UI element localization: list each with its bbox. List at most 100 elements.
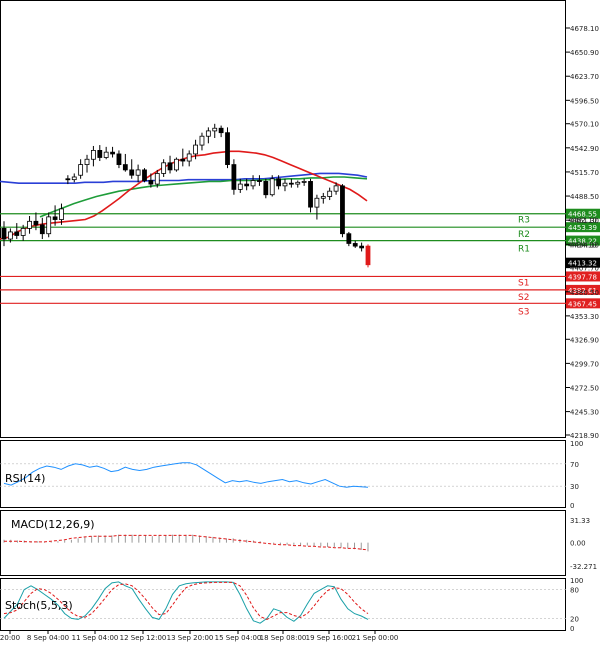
- rsi-pane-frame: [0, 440, 566, 508]
- candle-body: [103, 151, 109, 158]
- x-tick-label: 12 Sep 12:00: [120, 634, 167, 642]
- stoch-pane-frame: [0, 578, 566, 631]
- overlapped-price-label: 4462.10: [568, 216, 597, 224]
- pivot-name-s2: S2: [518, 293, 529, 303]
- candle-body: [180, 158, 186, 162]
- overlapped-price-label: 4434.10: [568, 241, 597, 249]
- candle-body: [91, 150, 96, 160]
- pivot-name-r2: R2: [518, 230, 530, 240]
- candle-body: [301, 181, 307, 183]
- candle-body: [46, 216, 52, 235]
- candle-body: [218, 127, 224, 134]
- candle-body: [365, 245, 371, 266]
- candle-body: [148, 180, 154, 185]
- pivot-name-s1: S1: [518, 278, 529, 288]
- candle-body: [308, 181, 313, 208]
- candle-body: [14, 231, 20, 236]
- stoch-tick-label: 100: [570, 577, 583, 585]
- candle-body: [129, 169, 135, 176]
- candle-body: [212, 127, 218, 132]
- rsi-line: [3, 462, 369, 488]
- x-tick-label: 11 Sep 04:00: [72, 634, 119, 642]
- macd-label: MACD(12,26,9): [11, 518, 95, 531]
- macd-tick-label: 31.33: [570, 517, 590, 525]
- candle-body: [167, 162, 173, 171]
- y-tick-label: 4515.70: [570, 169, 599, 177]
- x-tick-label: 20:00: [0, 634, 20, 642]
- candle-body: [327, 190, 333, 197]
- candle-body: [52, 216, 58, 220]
- pivot-name-r1: R1: [518, 245, 530, 255]
- candle-body: [1, 227, 7, 240]
- candle-body: [269, 178, 275, 196]
- candle-body: [199, 135, 205, 146]
- stoch-label: Stoch(5,5,3): [5, 599, 73, 612]
- y-tick-label: 4380.50: [570, 289, 599, 297]
- candle-body: [244, 183, 250, 187]
- stoch-tick-label: 80: [570, 587, 579, 595]
- rsi-tick-label: 30: [570, 483, 579, 491]
- candle-body: [97, 150, 103, 158]
- y-tick-label: 4488.50: [570, 193, 599, 201]
- y-tick-label: 4596.50: [570, 97, 599, 105]
- candle-body: [288, 182, 294, 185]
- candle-body: [7, 231, 13, 240]
- y-tick-label: 4272.50: [570, 384, 599, 392]
- x-tick-label: 8 Sep 04:00: [27, 634, 69, 642]
- candle-body: [59, 208, 64, 220]
- pivot-price-label: 4397.78: [568, 273, 597, 281]
- candle-body: [186, 153, 192, 162]
- candle-body: [263, 181, 269, 196]
- candle-body: [282, 182, 288, 187]
- pivot-name-s3: S3: [518, 307, 529, 317]
- x-tick-label: 19 Sep 16:00: [306, 634, 353, 642]
- y-tick-label: 4650.90: [570, 49, 599, 57]
- candle-body: [65, 178, 71, 181]
- y-tick-label: 4678.10: [570, 25, 599, 33]
- candle-body: [33, 220, 39, 226]
- pivot-name-r3: R3: [518, 216, 530, 226]
- y-tick-label: 4570.10: [570, 121, 599, 129]
- macd-tick-label: 0.00: [570, 540, 586, 548]
- y-tick-label: 4542.90: [570, 145, 599, 153]
- candle-body: [142, 169, 147, 181]
- candle-body: [257, 180, 262, 182]
- y-tick-label: 4623.70: [570, 73, 599, 81]
- rsi-tick-label: 0: [570, 502, 574, 510]
- candle-body: [314, 197, 320, 208]
- candle-body: [231, 164, 237, 190]
- forex-chart: 4468.55 4453.39 4438.22 4397.78 4382.61 4367.…: [0, 0, 600, 649]
- candle-body: [250, 180, 256, 187]
- x-tick-label: 21 Sep 00:00: [352, 634, 399, 642]
- candle-body: [78, 164, 84, 176]
- candle-body: [346, 233, 352, 244]
- y-tick-label: 4245.30: [570, 409, 599, 417]
- candle-body: [333, 185, 339, 192]
- candle-body: [122, 164, 128, 171]
- pivot-price-label: 4453.39: [568, 224, 597, 232]
- candle-body: [161, 162, 167, 174]
- candle-body: [116, 153, 122, 165]
- candle-body: [276, 178, 281, 187]
- candle-body: [84, 158, 90, 165]
- candle-body: [237, 183, 243, 190]
- y-tick-label: 4326.90: [570, 336, 599, 344]
- y-tick-label: 4299.70: [570, 360, 599, 368]
- stoch-tick-label: 0: [570, 625, 574, 633]
- y-tick-label: 4353.30: [570, 313, 599, 321]
- rsi-tick-label: 100: [570, 440, 583, 448]
- candle-body: [110, 151, 115, 155]
- candle-body: [205, 130, 211, 137]
- rsi-label: RSI(14): [5, 472, 45, 485]
- stoch-tick-label: 20: [570, 615, 579, 623]
- candle-body: [20, 227, 26, 236]
- candle-body: [135, 169, 141, 176]
- x-tick-label: 18 Sep 08:00: [260, 634, 307, 642]
- candle-body: [71, 176, 77, 181]
- current-price-label: 4413.32: [568, 260, 597, 268]
- candle-body: [340, 185, 345, 235]
- rsi-tick-label: 70: [570, 461, 579, 469]
- candle-body: [154, 173, 160, 185]
- x-tick-label: 15 Sep 04:00: [215, 634, 262, 642]
- macd-tick-label: -32.271: [570, 563, 597, 571]
